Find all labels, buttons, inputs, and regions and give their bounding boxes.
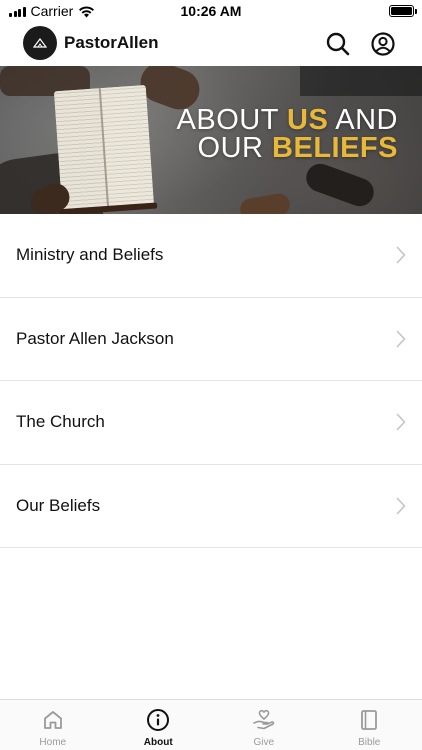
- logo-mountain-icon: [33, 38, 47, 48]
- menu-item-label: Ministry and Beliefs: [16, 245, 164, 265]
- tab-give[interactable]: Give: [211, 700, 317, 750]
- tab-about[interactable]: About: [106, 700, 212, 750]
- tab-label: Home: [39, 737, 67, 748]
- tab-home[interactable]: Home: [0, 700, 106, 750]
- profile-icon[interactable]: [370, 31, 396, 57]
- hero-line-1: ABOUT US AND: [176, 104, 398, 136]
- menu-item-label: Our Beliefs: [16, 495, 101, 515]
- status-bar: Carrier 10:26 AM: [0, 0, 422, 22]
- chevron-right-icon: [396, 246, 406, 264]
- app-title: PastorAllen: [64, 33, 159, 52]
- app-header: PastorAllen: [0, 22, 422, 66]
- home-icon: [43, 711, 62, 729]
- chevron-right-icon: [396, 330, 406, 348]
- tab-label: Give: [253, 737, 275, 748]
- hero-line-2: OUR BELIEFS: [197, 132, 398, 164]
- menu-item-pastor-allen-jackson[interactable]: Pastor Allen Jackson: [0, 298, 422, 381]
- menu-item-ministry-and-beliefs[interactable]: Ministry and Beliefs: [0, 214, 422, 298]
- search-icon[interactable]: [325, 31, 351, 57]
- hero-heading: ABOUT US AND OUR BELIEFS: [176, 104, 398, 164]
- give-icon: [252, 709, 274, 730]
- menu-item-the-church[interactable]: The Church: [0, 381, 422, 465]
- menu-item-label: Pastor Allen Jackson: [16, 328, 174, 348]
- menu-item-label: The Church: [16, 412, 105, 432]
- chevron-right-icon: [396, 413, 406, 431]
- chevron-right-icon: [396, 497, 406, 515]
- tab-label: Bible: [358, 737, 381, 748]
- tab-bible[interactable]: Bible: [317, 700, 422, 750]
- about-hero-banner: ABOUT US AND OUR BELIEFS: [0, 66, 422, 214]
- battery-icon: [389, 5, 417, 17]
- bible-icon: [361, 710, 378, 730]
- bottom-tab-bar: Home About Give Bible: [0, 699, 422, 750]
- info-icon: [147, 709, 170, 731]
- about-menu-list: Ministry and Beliefs Pastor Allen Jackso…: [0, 214, 422, 548]
- tab-label: About: [143, 737, 173, 748]
- menu-item-our-beliefs[interactable]: Our Beliefs: [0, 465, 422, 548]
- app-logo: [23, 26, 57, 60]
- status-time: 10:26 AM: [180, 3, 242, 19]
